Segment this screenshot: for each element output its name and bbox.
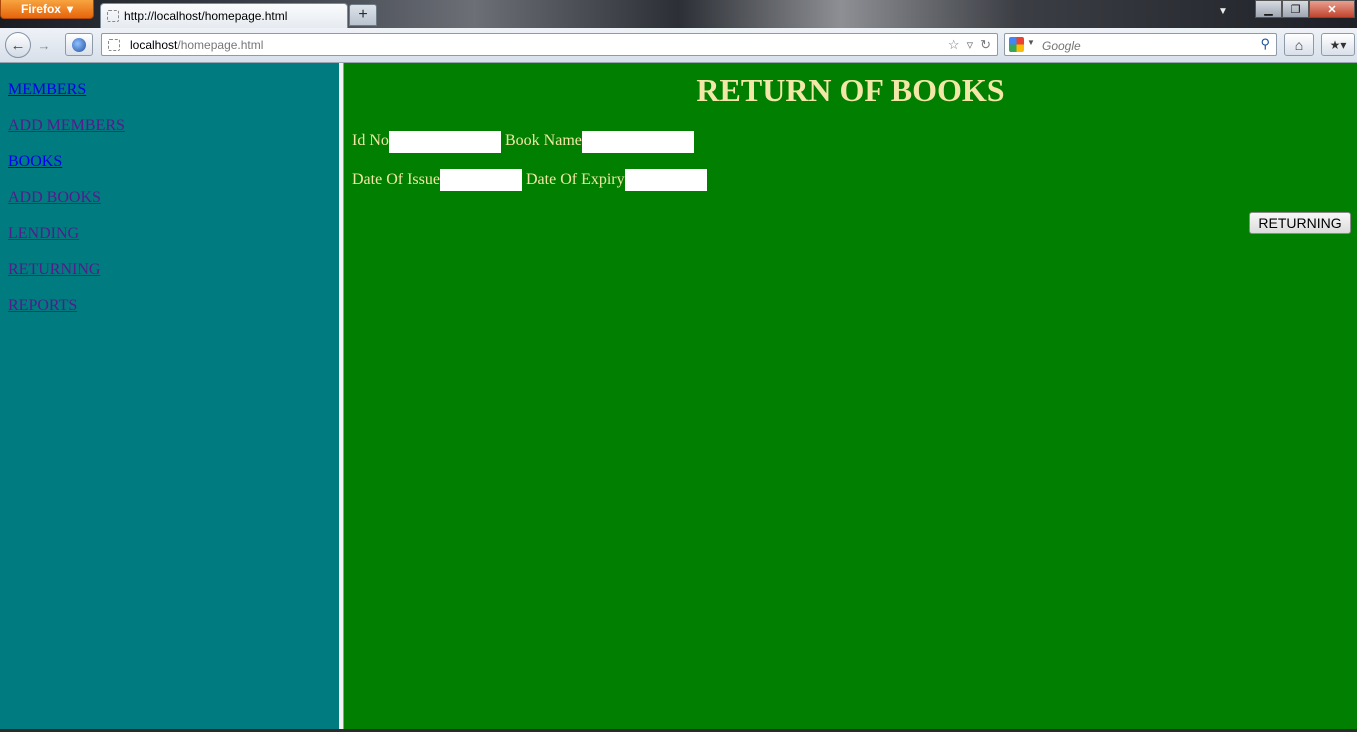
page-icon	[107, 10, 119, 22]
google-icon[interactable]	[1009, 37, 1024, 52]
chevron-down-icon[interactable]: ▼	[1027, 38, 1035, 47]
browser-tab[interactable]: http://localhost/homepage.html	[100, 3, 348, 28]
url-host: localhost	[130, 37, 178, 52]
date-of-issue-input[interactable]	[440, 169, 522, 191]
tab-title: http://localhost/homepage.html	[124, 9, 288, 23]
star-icon[interactable]: ☆	[948, 37, 960, 53]
window-title-bar: Firefox ▾ http://localhost/homepage.html…	[0, 0, 1357, 28]
restore-icon[interactable]: ❐	[1282, 0, 1309, 18]
date-of-issue-label: Date Of Issue	[352, 171, 440, 188]
search-bar: ▼ ⚲	[1004, 33, 1277, 56]
sidebar-frame: MEMBERS ADD MEMBERS BOOKS ADD BOOKS LEND…	[0, 63, 339, 729]
ie-tab-button[interactable]	[65, 33, 93, 56]
firefox-menu-button[interactable]: Firefox ▾	[0, 0, 94, 19]
back-forward-group: ← →	[5, 32, 57, 58]
book-name-input[interactable]	[582, 131, 694, 153]
sidebar-link-lending[interactable]: LENDING	[8, 225, 79, 243]
page-content: MEMBERS ADD MEMBERS BOOKS ADD BOOKS LEND…	[0, 63, 1357, 729]
url-text: localhost/homepage.html	[130, 38, 263, 52]
new-tab-button[interactable]: +	[349, 4, 377, 26]
minimize-icon[interactable]: ▁	[1255, 0, 1282, 18]
chevron-down-icon: ▾	[66, 2, 74, 16]
returning-button[interactable]: RETURNING	[1249, 212, 1351, 234]
page-icon	[108, 38, 120, 51]
firefox-menu-label: Firefox	[20, 2, 61, 16]
plus-icon: +	[358, 6, 368, 23]
id-no-label: Id No	[352, 132, 389, 149]
reload-icon[interactable]: ↻	[980, 37, 991, 53]
book-name-label: Book Name	[505, 132, 582, 149]
sidebar-link-add-books[interactable]: ADD BOOKS	[8, 189, 101, 207]
globe-icon	[72, 37, 86, 52]
forward-arrow-icon[interactable]: →	[33, 36, 55, 54]
home-button[interactable]: ⌂	[1284, 33, 1314, 56]
main-frame: RETURN OF BOOKS Id No Book Name Date Of …	[344, 63, 1357, 729]
navigation-toolbar: ← → localhost/homepage.html ☆ ▿ ↻ ▼ ⚲ ⌂ …	[0, 28, 1357, 63]
sidebar-link-books[interactable]: BOOKS	[8, 153, 62, 171]
page-title: RETURN OF BOOKS	[696, 72, 1005, 108]
sidebar-link-members[interactable]: MEMBERS	[8, 81, 86, 99]
sidebar-link-reports[interactable]: REPORTS	[8, 297, 77, 315]
sidebar-link-returning[interactable]: RETURNING	[8, 261, 100, 279]
url-bar-icons: ☆ ▿ ↻	[948, 37, 991, 53]
search-input[interactable]	[1040, 36, 1254, 55]
home-icon: ⌂	[1294, 36, 1304, 53]
url-path: /homepage.html	[177, 37, 264, 52]
bookmarks-icon: ★▾	[1329, 37, 1347, 52]
search-icon[interactable]: ⚲	[1260, 36, 1270, 52]
history-dropdown-icon[interactable]: ▿	[967, 37, 974, 53]
list-all-tabs-icon[interactable]: ▼	[1218, 6, 1228, 17]
sidebar-link-add-members[interactable]: ADD MEMBERS	[8, 117, 125, 135]
url-bar[interactable]: localhost/homepage.html ☆ ▿ ↻	[101, 33, 998, 56]
date-of-expiry-label: Date Of Expiry	[526, 171, 625, 188]
close-icon[interactable]: ✕	[1309, 0, 1355, 18]
bookmarks-button[interactable]: ★▾	[1321, 33, 1355, 56]
id-no-input[interactable]	[389, 131, 501, 153]
date-of-expiry-input[interactable]	[625, 169, 707, 191]
window-controls: ▁ ❐ ✕	[1255, 0, 1355, 18]
back-arrow-icon[interactable]: ←	[5, 32, 31, 58]
